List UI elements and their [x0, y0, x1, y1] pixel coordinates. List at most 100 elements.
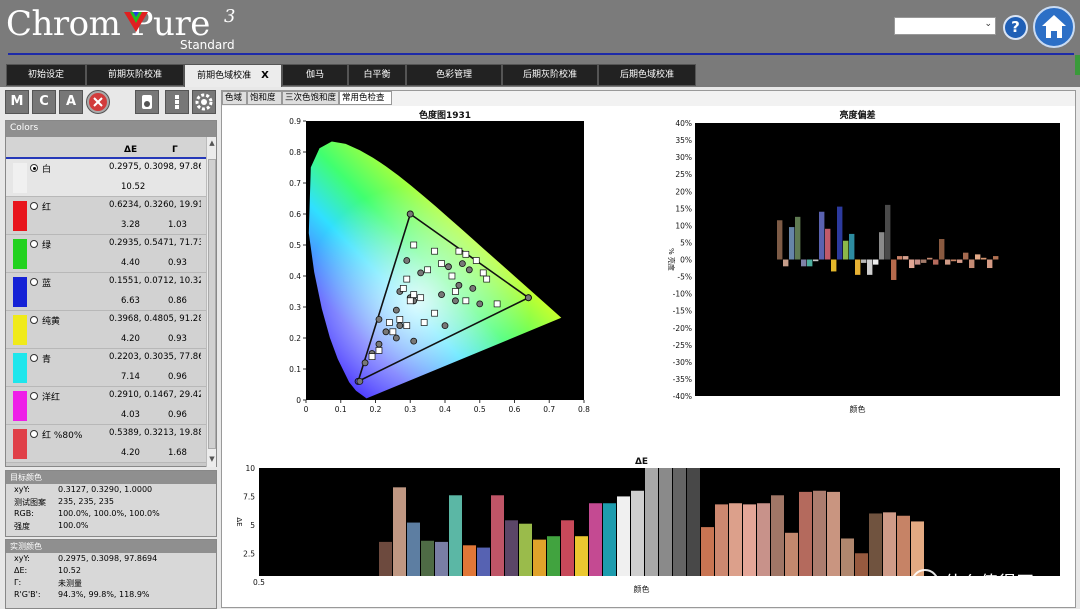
- color-swatch: [13, 163, 27, 193]
- stop-button[interactable]: [86, 90, 110, 114]
- profile-dropdown[interactable]: ⌄: [894, 17, 996, 35]
- target-key: xyY:: [14, 485, 30, 494]
- lum-bar: [855, 259, 861, 275]
- target-value: 100.0%, 100.0%, 100.0%: [58, 509, 160, 518]
- measured-value: 94.3%, 99.8%, 118.9%: [58, 590, 150, 599]
- tab-white-balance[interactable]: 白平衡: [348, 64, 406, 86]
- cie-target-point: [452, 288, 459, 295]
- lum-y-tick-label: -10%: [673, 290, 692, 299]
- color-radio[interactable]: [30, 278, 38, 286]
- color-row[interactable]: 红 0.6234, 0.3260, 19.9150 3.28 1.03: [6, 197, 206, 235]
- subtab-gamut[interactable]: 色域: [222, 91, 247, 105]
- scroll-down-icon[interactable]: ▼: [207, 455, 217, 465]
- subtab-saturation[interactable]: 饱和度: [247, 91, 282, 105]
- color-radio[interactable]: [30, 164, 38, 172]
- measured-row: Γ: 未测量: [6, 577, 216, 589]
- color-radio[interactable]: [30, 202, 38, 210]
- cie-y-tick-label: 0.5: [289, 241, 301, 250]
- color-radio[interactable]: [30, 354, 38, 362]
- color-row[interactable]: 白 0.2975, 0.3098, 97.8694 10.52: [6, 159, 206, 197]
- tab-gamma[interactable]: 伽马: [282, 64, 348, 86]
- tab-post-grayscale[interactable]: 后期灰阶校准: [502, 64, 598, 86]
- cie-chart-title: 色度图1931: [419, 109, 471, 121]
- charts-canvas: 色度图1931 0 0.1 0.2 0.3 0.4 0.5 0.6 0.7 0.8 0 0.1 0.2 0…: [222, 106, 1075, 607]
- color-row[interactable]: 蓝 0.1551, 0.0712, 10.3200 6.63 0.86: [6, 273, 206, 311]
- color-radio[interactable]: [30, 392, 38, 400]
- close-tab-icon[interactable]: X: [261, 70, 269, 81]
- subtab-color-checker[interactable]: 常用色检查: [339, 91, 392, 105]
- de-y-axis-label: ΔE: [235, 517, 243, 526]
- logo-triangle-icon: [124, 12, 148, 32]
- lum-bar: [777, 220, 783, 260]
- lum-bar: [987, 259, 993, 269]
- lum-bar: [915, 259, 921, 265]
- color-row[interactable]: 洋红 0.2910, 0.1467, 29.4216 4.03 0.96: [6, 387, 206, 425]
- logo-edition: Standard: [180, 38, 235, 52]
- lum-y-tick-label: 25%: [675, 170, 692, 179]
- de-bar: [547, 536, 560, 576]
- color-swatch: [13, 429, 27, 459]
- target-row: xyY: 0.3127, 0.3290, 1.0000: [6, 484, 216, 496]
- settings-button[interactable]: [192, 90, 216, 114]
- color-name: 蓝: [42, 279, 52, 289]
- tab-post-gamut[interactable]: 后期色域校准: [598, 64, 696, 86]
- cie-measured-point: [382, 328, 390, 336]
- home-button[interactable]: [1033, 6, 1075, 48]
- tab-pre-gamut[interactable]: 前期色域校准 X: [184, 64, 282, 88]
- cie-measured-point: [455, 281, 463, 289]
- color-row[interactable]: 红 %80% 0.5389, 0.3213, 19.8877 4.20 1.68: [6, 425, 206, 463]
- cie-target-point: [455, 247, 463, 255]
- tab-color-management[interactable]: 色彩管理: [406, 64, 502, 86]
- color-row[interactable]: 青 0.2203, 0.3035, 77.8636 7.14 0.96: [6, 349, 206, 387]
- color-row[interactable]: 绿 0.2935, 0.5471, 71.7335 4.40 0.93: [6, 235, 206, 273]
- color-radio[interactable]: [30, 430, 38, 438]
- de-bar: [743, 504, 756, 576]
- lum-y-tick-label: 30%: [675, 153, 692, 162]
- color-radio[interactable]: [30, 240, 38, 248]
- color-de: 3.28: [121, 220, 140, 230]
- cie-target-point: [462, 250, 470, 258]
- help-button[interactable]: ?: [1003, 15, 1028, 40]
- cie-measured-point: [406, 210, 414, 218]
- scroll-thumb[interactable]: [208, 159, 216, 449]
- cie-target-point: [399, 285, 407, 292]
- tab-pre-grayscale[interactable]: 前期灰阶校准: [86, 64, 184, 86]
- tab-initial-setup[interactable]: 初始设定: [6, 64, 86, 86]
- gear-icon: [195, 93, 213, 111]
- color-gamma: 0.86: [168, 296, 187, 306]
- scroll-up-icon[interactable]: ▲: [207, 139, 217, 149]
- de-bar: [575, 536, 588, 576]
- tab-label: 色彩管理: [435, 70, 472, 80]
- color-row[interactable]: 纯黄 0.3968, 0.4805, 91.2884 4.20 0.93: [6, 311, 206, 349]
- header-divider: [8, 53, 1074, 55]
- colors-panel-title: Colors: [6, 121, 216, 137]
- lum-bar: [813, 259, 819, 262]
- subtab-tertiary-saturation[interactable]: 三次色饱和度: [282, 91, 339, 105]
- c-button[interactable]: C: [32, 90, 56, 114]
- colors-list: 白 0.2975, 0.3098, 97.8694 10.52 红 0.6234…: [6, 159, 206, 467]
- meter-icon: [142, 95, 152, 109]
- tab-label: 后期色域校准: [619, 70, 674, 80]
- color-name: 绿: [42, 241, 52, 251]
- lum-y-tick-label: 35%: [675, 136, 692, 145]
- measured-row: xyY: 0.2975, 0.3098, 97.8694: [6, 553, 216, 565]
- colors-scrollbar[interactable]: ▲ ▼: [206, 137, 216, 467]
- de-bar: [393, 487, 406, 576]
- de-bar: [491, 495, 504, 576]
- m-button[interactable]: M: [5, 90, 29, 114]
- lum-y-tick-label: -35%: [673, 375, 692, 384]
- measured-key: xyY:: [14, 554, 30, 563]
- cie-x-tick-label: 0.8: [578, 405, 590, 414]
- lum-bar: [885, 204, 891, 260]
- a-button[interactable]: A: [59, 90, 83, 114]
- lum-bar: [867, 259, 873, 275]
- color-radio[interactable]: [30, 316, 38, 324]
- meter-button[interactable]: [135, 90, 159, 114]
- cie-y-tick-label: 0.9: [289, 117, 301, 126]
- target-row: 强度 100.0%: [6, 520, 216, 532]
- target-color-title: 目标颜色: [6, 471, 216, 484]
- menu-button[interactable]: [165, 90, 189, 114]
- cie-measured-point: [375, 315, 383, 323]
- cie-target-point: [472, 257, 480, 264]
- color-name: 红 %80%: [42, 431, 83, 441]
